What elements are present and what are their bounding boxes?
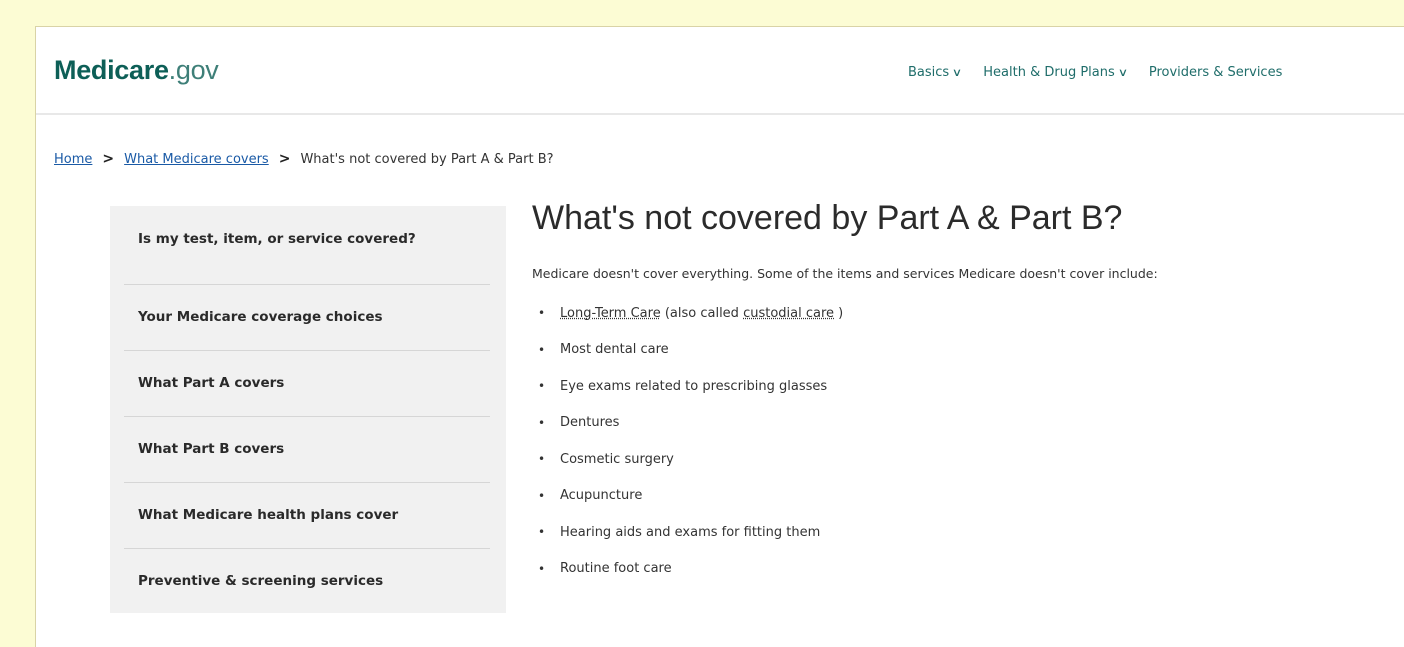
sidebar-item-coverage-choices[interactable]: Your Medicare coverage choices bbox=[124, 290, 490, 344]
list-item-text: Hearing aids and exams for fitting them bbox=[560, 524, 821, 540]
breadcrumb-separator: > bbox=[102, 151, 115, 167]
sidebar-item-part-b[interactable]: What Part B covers bbox=[124, 422, 490, 476]
custodial-care-link[interactable]: custodial care bbox=[743, 306, 834, 321]
list-item-text: Cosmetic surgery bbox=[560, 451, 674, 467]
breadcrumb-section-link[interactable]: What Medicare covers bbox=[124, 152, 269, 167]
list-item: • Most dental care bbox=[538, 332, 1158, 369]
sidebar-divider bbox=[124, 284, 490, 285]
nav-health-drug-plans[interactable]: Health & Drug Plans ∨ bbox=[983, 65, 1129, 80]
bullet-icon: • bbox=[538, 379, 546, 394]
list-item: • Eye exams related to prescribing glasse… bbox=[538, 368, 1158, 405]
breadcrumb-separator: > bbox=[278, 151, 291, 167]
sidebar-item-health-plans[interactable]: What Medicare health plans cover bbox=[124, 488, 490, 542]
list-item-text: ) bbox=[834, 305, 844, 321]
sidebar-item-preventive[interactable]: Preventive & screening services bbox=[124, 554, 490, 608]
bullet-icon: • bbox=[538, 415, 546, 430]
chevron-down-icon: ∨ bbox=[951, 66, 963, 79]
sidebar-divider bbox=[124, 350, 490, 351]
long-term-care-link[interactable]: Long-Term Care bbox=[560, 306, 661, 321]
nav-basics-label: Basics bbox=[908, 65, 950, 80]
sidebar-item-is-my-test-covered[interactable]: Is my test, item, or service covered? bbox=[124, 212, 490, 266]
page-title: What's not covered by Part A & Part B? bbox=[532, 199, 1123, 237]
breadcrumb-current: What's not covered by Part A & Part B? bbox=[300, 151, 554, 167]
sidebar-nav: Is my test, item, or service covered? Yo… bbox=[110, 206, 506, 613]
list-item-text: Routine foot care bbox=[560, 561, 672, 577]
sidebar-item-part-a[interactable]: What Part A covers bbox=[124, 356, 490, 410]
bullet-icon: • bbox=[538, 342, 546, 357]
browser-page: Medicare.gov Basics ∨ Health & Drug Plan… bbox=[35, 26, 1404, 647]
nav-providers-services[interactable]: Providers & Services bbox=[1149, 65, 1283, 80]
list-item-text: Acupuncture bbox=[560, 488, 643, 504]
chevron-down-icon: ∨ bbox=[1117, 66, 1129, 79]
list-item-text: Eye exams related to prescribing glasses bbox=[560, 378, 828, 394]
logo-brand: Medicare bbox=[54, 55, 169, 85]
sidebar-divider bbox=[124, 482, 490, 483]
nav-providers-services-label: Providers & Services bbox=[1148, 65, 1283, 80]
site-header: Medicare.gov Basics ∨ Health & Drug Plan… bbox=[36, 27, 1404, 115]
list-item-text: Most dental care bbox=[560, 342, 669, 358]
list-item-text: Dentures bbox=[560, 415, 620, 431]
bullet-icon: • bbox=[538, 306, 546, 321]
breadcrumb: Home > What Medicare covers > What's not… bbox=[54, 151, 554, 167]
main-content: What's not covered by Part A & Part B? M… bbox=[532, 199, 1158, 587]
bullet-icon: • bbox=[538, 488, 546, 503]
bullet-icon: • bbox=[538, 452, 546, 467]
sidebar-divider bbox=[124, 548, 490, 549]
bullet-icon: • bbox=[538, 561, 546, 576]
main-nav: Basics ∨ Health & Drug Plans ∨ Providers… bbox=[908, 65, 1282, 80]
not-covered-list: • Long-Term Care (also called custodial … bbox=[538, 295, 1158, 587]
nav-health-drug-plans-label: Health & Drug Plans bbox=[983, 65, 1115, 80]
medicare-logo[interactable]: Medicare.gov bbox=[54, 55, 219, 86]
intro-text: Medicare doesn't cover everything. Some … bbox=[532, 266, 1158, 281]
list-item-text: (also called bbox=[660, 305, 744, 321]
list-item: • Cosmetic surgery bbox=[538, 441, 1158, 478]
list-item: • Acupuncture bbox=[538, 478, 1158, 515]
list-item: • Long-Term Care (also called custodial … bbox=[538, 295, 1158, 332]
list-item: • Dentures bbox=[538, 405, 1158, 442]
breadcrumb-home-link[interactable]: Home bbox=[54, 152, 92, 167]
list-item: • Hearing aids and exams for fitting them bbox=[538, 514, 1158, 551]
list-item: • Routine foot care bbox=[538, 551, 1158, 588]
bullet-icon: • bbox=[538, 525, 546, 540]
logo-tld: .gov bbox=[168, 55, 219, 85]
sidebar-divider bbox=[124, 416, 490, 417]
nav-basics[interactable]: Basics ∨ bbox=[908, 65, 963, 80]
